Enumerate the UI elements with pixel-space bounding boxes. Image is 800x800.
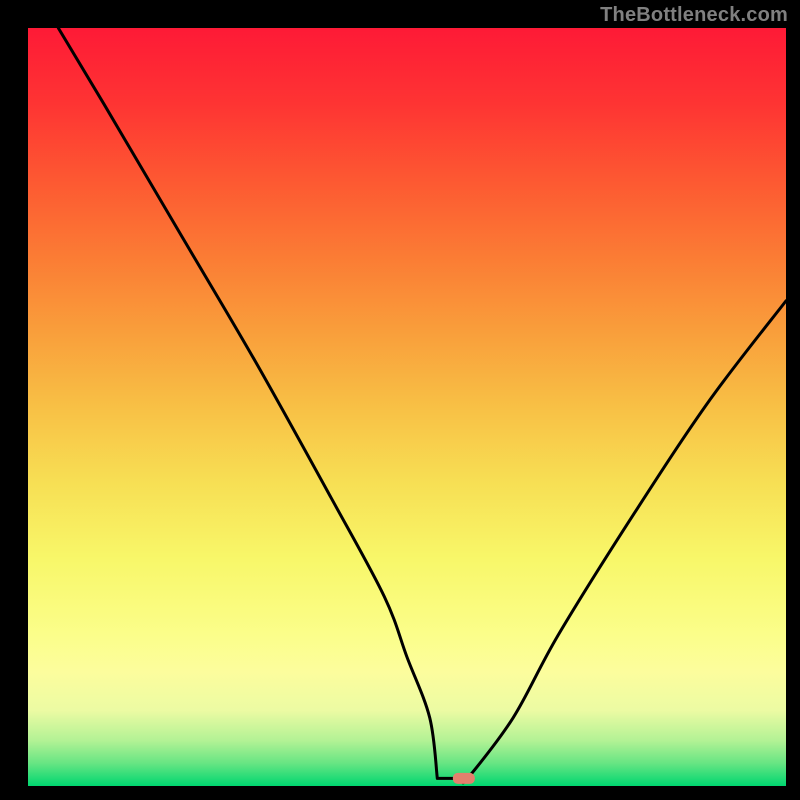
- chart-container: TheBottleneck.com: [0, 0, 800, 800]
- optimum-marker: [453, 773, 475, 784]
- plot-area: [28, 28, 786, 786]
- watermark-text: TheBottleneck.com: [600, 4, 788, 27]
- bottleneck-chart: [0, 0, 800, 800]
